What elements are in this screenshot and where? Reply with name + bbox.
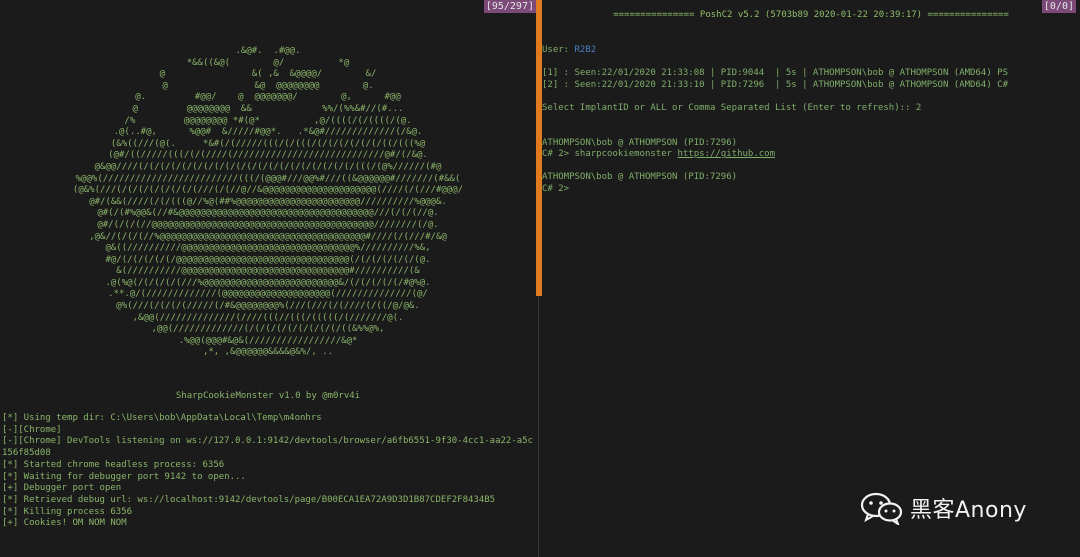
log-line: [*] Retrieved debug url: ws://localhost:… [2, 494, 496, 505]
ascii-art-line: ,&@@(//////////////(////(((//(((/(((((/(… [132, 312, 404, 323]
user-line: User: R2B2 [542, 45, 1080, 57]
implant-entry: [1] : Seen:22/01/2020 21:33:08 | PID:904… [542, 67, 1008, 78]
log-line: [+] Debugger port open [2, 483, 122, 494]
log-line: [*] Started chrome headless process: 635… [2, 459, 225, 470]
ascii-art-cookie-monster: .&@#. .#@@. *&&((&@( @/ *@ @ &( ,& &@@@@/ … [0, 46, 536, 359]
right-terminal-pane[interactable]: =============== PoshC2 v5.2 (5703b89 202… [542, 0, 1080, 557]
user-value: R2B2 [574, 44, 597, 55]
log-line: [+] Cookies! OM NOM NOM [2, 518, 127, 529]
ascii-art-line: *&&((&@( @/ *@ [186, 57, 350, 68]
ascii-art-line: ,@&//(/(/(//%@@@@@@@@@@@@@@@@@@@@@@@@@@@… [89, 231, 447, 242]
select-implant-prompt[interactable]: Select ImplantID or ALL or Comma Separat… [542, 103, 1080, 115]
ascii-art-line: (@#/((/////(((/(/(////(/////////////////… [108, 150, 428, 161]
ascii-art-line: .&@#. .#@@. [235, 46, 301, 56]
wechat-icon [860, 492, 903, 525]
left-terminal-pane[interactable]: .&@#. .#@@. *&&((&@( @/ *@ @ &( ,& &@@@@/ … [0, 0, 536, 557]
ascii-art-line: .%@@(@@@#&@&(/////////////////&@* [178, 335, 358, 346]
session-header: ATHOMPSON\bob @ ATHOMPSON (PID:7296) [542, 172, 738, 183]
implant-entry: [2] : Seen:22/01/2020 21:33:10 | PID:729… [542, 79, 1008, 90]
ascii-art-line: @#/(&&(////(/(/(((@//%@(##%@@@@@@@@@@@@@… [89, 196, 447, 207]
log-line: [*] Killing process 6356 [2, 506, 133, 517]
ascii-art-line: /% @@@@@@@@ *#(@* ,@/((((/(/((((/(@. [124, 115, 412, 126]
scroll-position-indicator-left: [95/297] [483, 0, 536, 13]
command-link[interactable]: https://github.com [677, 149, 775, 159]
ascii-art-line: (@&%(///(/(/(/(/(/(/(/(///(/(//@//&@@@@@… [72, 185, 464, 196]
log-line: [*] Waiting for debugger port 9142 to op… [2, 471, 246, 482]
command-line: C# 2> sharpcookiemonster https://github.… [542, 149, 1080, 161]
pane-divider[interactable] [538, 296, 539, 557]
ascii-art-line: ,@@(/////////////(/(/(/(/(/(/(/(/(/((&%%… [151, 324, 385, 335]
ascii-art-line: @ &@ @@@@@@@@ @. [162, 80, 374, 91]
ascii-art-line: .@(..#@, %@@# &/////#@@*. .*&@#/////////… [113, 127, 423, 138]
ascii-art-line: @&((//////////@@@@@@@@@@@@@@@@@@@@@@@@@@… [105, 243, 431, 254]
ascii-art-line: @#(/(#%@@&(//#&@@@@@@@@@@@@@@@@@@@@@@@@@… [97, 208, 439, 219]
ascii-art-line: @ &( ,& &@@@@/ &/ [159, 69, 377, 80]
ascii-art-caption: SharpCookieMonster v1.0 by @m0rv4i [175, 391, 361, 401]
user-label: User: [542, 44, 575, 55]
ascii-art-line: &(//////////@@@@@@@@@@@@@@@@@@@@@@@@@@@@… [116, 266, 420, 277]
session-header: ATHOMPSON\bob @ ATHOMPSON (PID:7296) [542, 137, 738, 148]
poshc2-banner: =============== PoshC2 v5.2 (5703b89 202… [613, 10, 1009, 20]
command-prompt[interactable]: C# 2> [542, 184, 1080, 196]
implant-list: [1] : Seen:22/01/2020 21:33:08 | PID:904… [542, 68, 1080, 91]
command-text: C# 2> sharpcookiemonster [542, 149, 678, 160]
ascii-art-line: @#/(/(/(//@@@@@@@@@@@@@@@@@@@@@@@@@@@@@@… [97, 219, 439, 230]
ascii-art-line: .**.@/(/////////////(@@@@@@@@@@@@@@@@@@@… [108, 289, 428, 300]
log-line: [-][Chrome] [2, 424, 62, 435]
scroll-position-indicator-right: [0/0] [1041, 0, 1076, 13]
ascii-art-line: #@/(/(/(/(/(/@@@@@@@@@@@@@@@@@@@@@@@@@@@… [105, 254, 431, 265]
watermark-text: 黑客Anony [910, 498, 1027, 523]
ascii-art-line: (&%((///(@(. *&#(/(/////(((/(/(((/(/(/(/… [110, 138, 426, 149]
ascii-art-line: @. #@@/ @ @@@@@@@/ @, #@@ [135, 92, 401, 103]
ascii-art-line: @&@@////(/(/(/(/(/(/(/(/(/(/(/(/(/(/(/(/… [94, 161, 442, 172]
ascii-art-line: ,*, ,&@@@@@@&&&&@&%/, .. [202, 347, 334, 358]
output-log: [*] Using temp dir: C:\Users\bob\AppData… [2, 413, 536, 530]
ascii-art-line: @ @@@@@@@@ && %%/(%%&#//(#... [132, 103, 404, 114]
ascii-art-line: .@(%@(/(/(/(/(///%@@@@@@@@@@@@@@@@@@@@@@… [105, 277, 431, 288]
ascii-art-line: @%(///(/(/(/(/////(/#&@@@@@@@@%(///(///(… [116, 301, 420, 312]
watermark: 黑客Anony [860, 490, 1060, 526]
ascii-art-line: %@@%(/////////////////////////(((/(@@@#/… [75, 173, 461, 184]
log-line: [*] Using temp dir: C:\Users\bob\AppData… [2, 413, 322, 423]
log-line: [-][Chrome] DevTools listening on ws://1… [2, 436, 534, 459]
